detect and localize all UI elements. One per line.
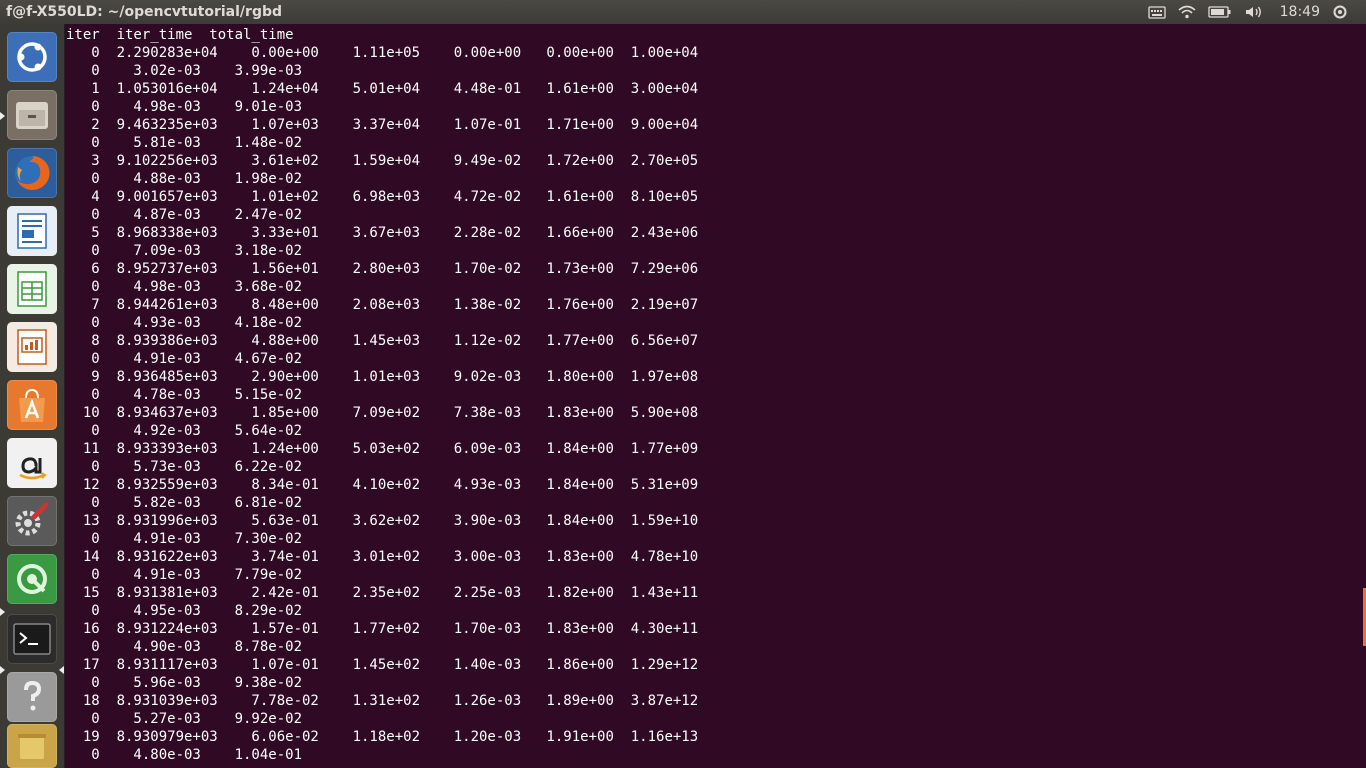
terminal-line: 0 3.02e-03 3.99e-03 — [66, 63, 303, 79]
terminal-line: 0 4.90e-03 8.78e-02 — [66, 639, 303, 655]
terminal-line: 0 5.73e-03 6.22e-02 — [66, 459, 303, 475]
files-icon[interactable] — [7, 90, 57, 140]
terminal-line: 10 8.934637e+03 1.85e+00 7.09e+02 7.38e-… — [66, 405, 699, 421]
dash-home-icon[interactable] — [7, 32, 57, 82]
calc-icon[interactable] — [7, 264, 57, 314]
terminal-line: 19 8.930979e+03 6.06e-02 1.18e+02 1.20e-… — [66, 729, 699, 745]
terminal-output[interactable]: iter iter_time total_time 0 2.290283e+04… — [66, 26, 1366, 768]
amazon-icon[interactable] — [7, 438, 57, 488]
terminal-line: 12 8.932559e+03 8.34e-01 4.10e+02 4.93e-… — [66, 477, 699, 493]
terminal-line: 15 8.931381e+03 2.42e-01 2.35e+02 2.25e-… — [66, 585, 699, 601]
clock[interactable]: 18:49 — [1280, 4, 1320, 20]
writer-icon[interactable] — [7, 206, 57, 256]
focused-indicator — [59, 666, 64, 674]
terminal-line: 0 5.96e-03 9.38e-02 — [66, 675, 303, 691]
terminal-icon[interactable] — [7, 614, 57, 664]
system-settings-icon[interactable] — [7, 496, 57, 546]
wifi-icon[interactable] — [1178, 5, 1196, 19]
terminal-line: 0 4.91e-03 7.79e-02 — [66, 567, 303, 583]
terminal-line: 2 9.463235e+03 1.07e+03 3.37e+04 1.07e-0… — [66, 117, 699, 133]
terminal-line: 0 4.98e-03 3.68e-02 — [66, 279, 303, 295]
running-indicator — [0, 666, 5, 674]
running-indicator — [0, 112, 5, 120]
launcher — [0, 24, 65, 768]
terminal-line: 3 9.102256e+03 3.61e+02 1.59e+04 9.49e-0… — [66, 153, 699, 169]
terminal-line: 18 8.931039e+03 7.78e-02 1.31e+02 1.26e-… — [66, 693, 699, 709]
terminal-line: 0 5.81e-03 1.48e-02 — [66, 135, 303, 151]
terminal-line: 8 8.939386e+03 4.88e+00 1.45e+03 1.12e-0… — [66, 333, 699, 349]
terminal-line: 0 5.27e-03 9.92e-02 — [66, 711, 303, 727]
terminal-line: 0 4.88e-03 1.98e-02 — [66, 171, 303, 187]
battery-icon[interactable] — [1207, 5, 1232, 19]
running-indicator — [0, 608, 5, 616]
terminal-line: 4 9.001657e+03 1.01e+02 6.98e+03 4.72e-0… — [66, 189, 699, 205]
terminal-line: 0 4.78e-03 5.15e-02 — [66, 387, 303, 403]
keyboard-icon[interactable] — [1147, 5, 1166, 19]
terminal-line: 0 4.87e-03 2.47e-02 — [66, 207, 303, 223]
terminal-line: 11 8.933393e+03 1.24e+00 5.03e+02 6.09e-… — [66, 441, 699, 457]
terminal-line: 16 8.931224e+03 1.57e-01 1.77e+02 1.70e-… — [66, 621, 699, 637]
top-panel: f@f-X550LD: ~/opencvtutorial/rgbd 18:49 — [0, 0, 1366, 24]
terminal-line: iter iter_time total_time — [66, 27, 294, 43]
terminal-line: 0 4.91e-03 4.67e-02 — [66, 351, 303, 367]
terminal-line: 0 4.98e-03 9.01e-03 — [66, 99, 303, 115]
terminal-line: 0 2.290283e+04 0.00e+00 1.11e+05 0.00e+0… — [66, 45, 699, 61]
indicator-area: 18:49 — [1147, 0, 1366, 24]
terminal-line: 0 4.80e-03 1.04e-01 — [66, 747, 303, 763]
terminal-line: 7 8.944261e+03 8.48e+00 2.08e+03 1.38e-0… — [66, 297, 699, 313]
power-gear-icon[interactable] — [1332, 4, 1348, 20]
terminal-line: 0 7.09e-03 3.18e-02 — [66, 243, 303, 259]
firefox-icon[interactable] — [7, 148, 57, 198]
impress-icon[interactable] — [7, 322, 57, 372]
terminal-line: 0 5.82e-03 6.81e-02 — [66, 495, 303, 511]
terminal-line: 0 4.92e-03 5.64e-02 — [66, 423, 303, 439]
volume-icon[interactable] — [1244, 5, 1264, 19]
terminal-line: 6 8.952737e+03 1.56e+01 2.80e+03 1.70e-0… — [66, 261, 699, 277]
window-title: f@f-X550LD: ~/opencvtutorial/rgbd — [6, 4, 283, 20]
green-app-icon[interactable] — [7, 554, 57, 604]
help-icon[interactable] — [7, 672, 57, 722]
terminal-line: 0 4.93e-03 4.18e-02 — [66, 315, 303, 331]
software-center-icon[interactable] — [7, 380, 57, 430]
trash-icon[interactable] — [7, 724, 57, 768]
terminal-line: 14 8.931622e+03 3.74e-01 3.01e+02 3.00e-… — [66, 549, 699, 565]
terminal-line: 0 4.91e-03 7.30e-02 — [66, 531, 303, 547]
terminal-line: 13 8.931996e+03 5.63e-01 3.62e+02 3.90e-… — [66, 513, 699, 529]
terminal-line: 9 8.936485e+03 2.90e+00 1.01e+03 9.02e-0… — [66, 369, 699, 385]
terminal-line: 0 4.95e-03 8.29e-02 — [66, 603, 303, 619]
terminal-line: 1 1.053016e+04 1.24e+04 5.01e+04 4.48e-0… — [66, 81, 699, 97]
terminal-line: 5 8.968338e+03 3.33e+01 3.67e+03 2.28e-0… — [66, 225, 699, 241]
terminal-line: 17 8.931117e+03 1.07e-01 1.45e+02 1.40e-… — [66, 657, 699, 673]
